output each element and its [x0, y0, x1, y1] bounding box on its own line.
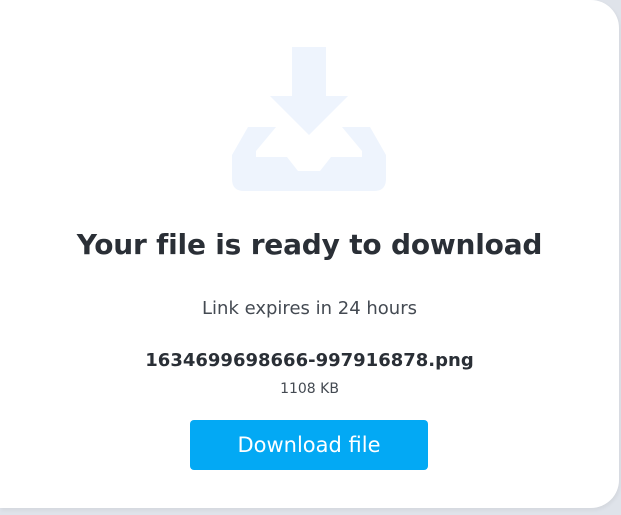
- page-title: Your file is ready to download: [76, 228, 543, 261]
- expiry-notice: Link expires in 24 hours: [202, 298, 417, 319]
- download-tray-icon: [228, 47, 390, 193]
- download-card: Your file is ready to download Link expi…: [0, 0, 619, 508]
- file-size: 1108 KB: [280, 381, 339, 397]
- file-name: 1634699698666-997916878.png: [145, 350, 474, 371]
- download-tray-svg: [232, 47, 386, 191]
- download-file-button[interactable]: Download file: [190, 420, 428, 470]
